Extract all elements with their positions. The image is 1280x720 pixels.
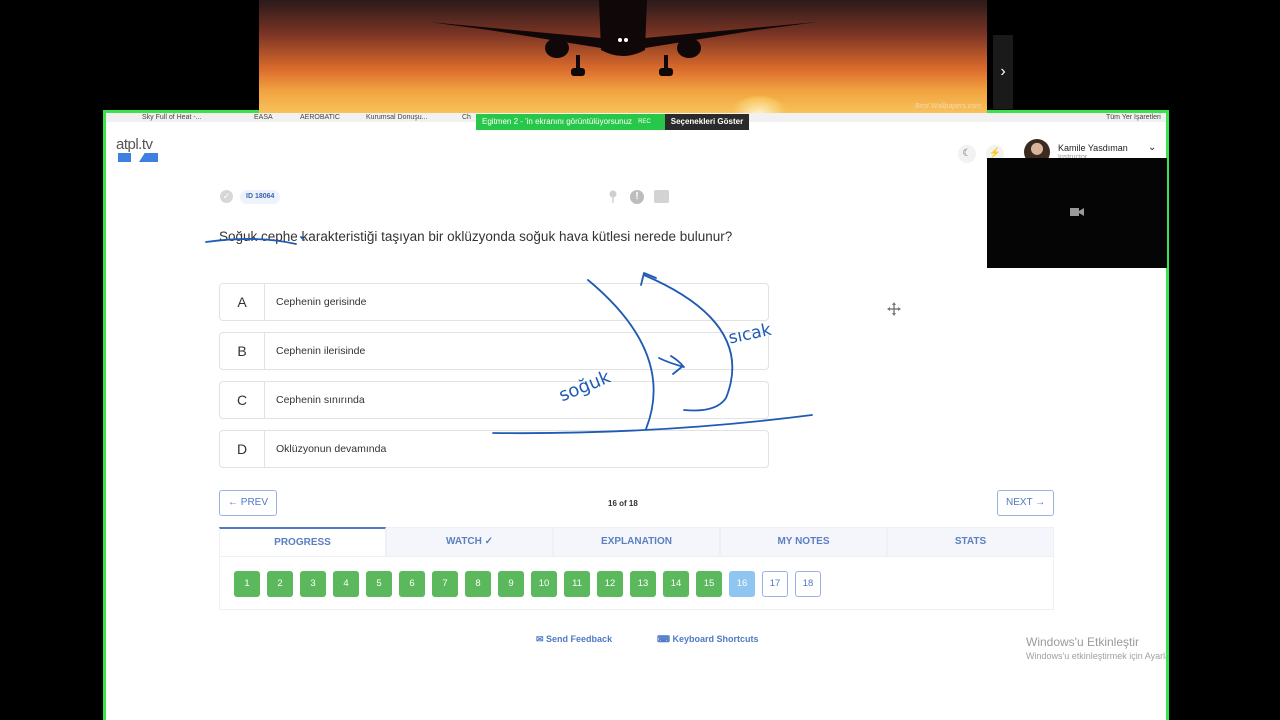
annotation-cold: soğuk bbox=[556, 366, 614, 406]
prev-button[interactable]: ← PREV bbox=[219, 490, 278, 516]
progress-pill-2[interactable]: 2 bbox=[267, 571, 293, 597]
airplane-silhouette bbox=[429, 0, 817, 76]
send-feedback-link[interactable]: ✉ Send Feedback bbox=[536, 634, 612, 645]
progress-pill-17[interactable]: 17 bbox=[762, 571, 788, 597]
progress-pill-15[interactable]: 15 bbox=[696, 571, 722, 597]
move-cursor-icon bbox=[887, 302, 901, 316]
progress-pill-7[interactable]: 7 bbox=[432, 571, 458, 597]
tab-my-notes[interactable]: MY NOTES bbox=[720, 527, 887, 557]
next-video-page-button[interactable]: › bbox=[993, 35, 1013, 109]
progress-pill-12[interactable]: 12 bbox=[597, 571, 623, 597]
windows-activation-subtitle: Windows'u etkinleştirmek için Ayarlar'a … bbox=[1026, 651, 1166, 661]
progress-pill-4[interactable]: 4 bbox=[333, 571, 359, 597]
camera-off-icon bbox=[1070, 208, 1084, 216]
wallpaper-watermark: Best Wallpapers.com bbox=[914, 103, 981, 110]
windows-activation-title: Windows'u Etkinleştir bbox=[1026, 635, 1139, 649]
annotation-warm: sıcak bbox=[727, 320, 774, 349]
progress-pill-5[interactable]: 5 bbox=[366, 571, 392, 597]
tab-explanation[interactable]: EXPLANATION bbox=[553, 527, 720, 557]
progress-pill-1[interactable]: 1 bbox=[234, 571, 260, 597]
instructor-video-tile[interactable] bbox=[987, 158, 1167, 268]
meeting-stage: Sky Full of Heat -... EASA AEROBATIC Kur… bbox=[0, 0, 1280, 720]
keyboard-shortcuts-link[interactable]: ⌨ Keyboard Shortcuts bbox=[657, 634, 759, 645]
progress-pill-13[interactable]: 13 bbox=[630, 571, 656, 597]
keyboard-shortcuts-label: Keyboard Shortcuts bbox=[672, 634, 759, 644]
question-counter: 16 of 18 bbox=[608, 499, 638, 508]
progress-pill-3[interactable]: 3 bbox=[300, 571, 326, 597]
tab-bar: PROGRESS WATCH ✓ EXPLANATION MY NOTES ST… bbox=[219, 527, 1054, 557]
next-label: NEXT bbox=[1006, 497, 1033, 508]
prev-label: PREV bbox=[240, 497, 269, 508]
progress-pill-8[interactable]: 8 bbox=[465, 571, 491, 597]
participant-video-plane: Best Wallpapers.com bbox=[259, 0, 987, 113]
send-feedback-label: Send Feedback bbox=[546, 634, 613, 644]
progress-pill-11[interactable]: 11 bbox=[564, 571, 590, 597]
progress-pill-16[interactable]: 16 bbox=[729, 571, 755, 597]
progress-pill-18[interactable]: 18 bbox=[795, 571, 821, 597]
tab-stats[interactable]: STATS bbox=[887, 527, 1054, 557]
tab-progress[interactable]: PROGRESS bbox=[219, 527, 386, 557]
progress-pill-9[interactable]: 9 bbox=[498, 571, 524, 597]
progress-pill-14[interactable]: 14 bbox=[663, 571, 689, 597]
progress-pill-10[interactable]: 10 bbox=[531, 571, 557, 597]
progress-pills: 1 2 3 4 5 6 7 8 9 10 11 12 13 14 15 16 17 18 bbox=[234, 571, 821, 597]
next-button[interactable]: NEXT → bbox=[997, 490, 1055, 516]
progress-panel: 1 2 3 4 5 6 7 8 9 10 11 12 13 14 15 16 17 18 bbox=[219, 557, 1054, 610]
progress-pill-6[interactable]: 6 bbox=[399, 571, 425, 597]
tab-label: WATCH bbox=[445, 536, 482, 547]
tab-watch[interactable]: WATCH ✓ bbox=[386, 527, 553, 557]
